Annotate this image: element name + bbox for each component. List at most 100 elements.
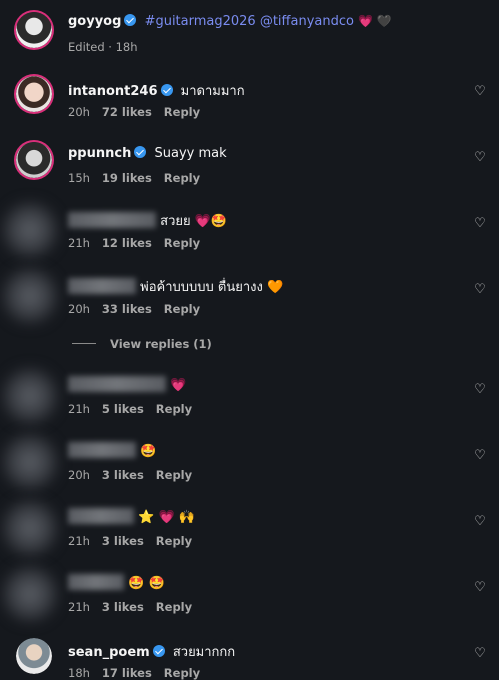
comment-text: สวยย 💗🤩 bbox=[160, 214, 228, 229]
heart-outline-icon[interactable]: ♡ bbox=[473, 515, 487, 529]
reply-button[interactable]: Reply bbox=[164, 105, 200, 119]
comment-time: 21h bbox=[68, 236, 90, 250]
comment-likes[interactable]: 72 likes bbox=[102, 105, 152, 119]
comment-time: 20h bbox=[68, 468, 90, 482]
comment-likes[interactable]: 33 likes bbox=[102, 302, 152, 316]
reply-button[interactable]: Reply bbox=[164, 302, 200, 316]
avatar[interactable] bbox=[0, 366, 60, 426]
comment-meta: 21h 12 likes Reply bbox=[68, 236, 212, 250]
comment-text: สวยมากกก bbox=[172, 645, 236, 660]
comment-likes[interactable]: 5 likes bbox=[102, 402, 144, 416]
comment-line: sean_poem สวยมากกก bbox=[68, 641, 235, 662]
comment-text: 🤩 🤩 bbox=[128, 576, 165, 591]
caption-edited: Edited · 18h bbox=[68, 40, 138, 54]
heart-outline-icon[interactable]: ♡ bbox=[473, 151, 487, 165]
verified-badge-icon bbox=[152, 645, 165, 657]
divider bbox=[72, 343, 96, 344]
comment-row: 🤩 🤩 21h 3 likes Reply ♡ bbox=[0, 564, 499, 624]
avatar[interactable] bbox=[16, 638, 52, 674]
comment-row: สวยย 💗🤩 21h 12 likes Reply ♡ bbox=[0, 200, 499, 260]
view-replies-button[interactable]: View replies (1) bbox=[72, 337, 212, 351]
avatar[interactable] bbox=[0, 564, 60, 624]
comment-likes[interactable]: 3 likes bbox=[102, 534, 144, 548]
comment-likes[interactable]: 19 likes bbox=[102, 171, 152, 185]
comment-time: 20h bbox=[68, 302, 90, 316]
comment-time: 21h bbox=[68, 402, 90, 416]
blurred-username bbox=[68, 278, 136, 294]
blurred-username bbox=[68, 376, 166, 392]
reply-button[interactable]: Reply bbox=[164, 171, 200, 185]
reply-button[interactable]: Reply bbox=[156, 402, 192, 416]
comment-meta: 21h 3 likes Reply bbox=[68, 600, 204, 614]
comment-line: 🤩 🤩 bbox=[68, 574, 165, 591]
avatar[interactable] bbox=[0, 200, 60, 260]
view-replies-label[interactable]: View replies (1) bbox=[110, 337, 212, 351]
blurred-username bbox=[68, 442, 136, 458]
caption-text[interactable]: #guitarmag2026 @tiffanyandco bbox=[145, 14, 354, 29]
verified-badge-icon bbox=[124, 14, 137, 26]
comment-username[interactable]: ppunnch bbox=[68, 146, 131, 161]
heart-outline-icon[interactable]: ♡ bbox=[473, 283, 487, 297]
comment-meta: 20h 72 likes Reply bbox=[68, 105, 212, 119]
caption-username[interactable]: goyyog bbox=[68, 14, 121, 29]
comment-text: 🤩 bbox=[140, 444, 157, 459]
blurred-username bbox=[68, 574, 124, 590]
reply-button[interactable]: Reply bbox=[156, 534, 192, 548]
verified-badge-icon bbox=[134, 146, 147, 158]
caption-line: goyyog #guitarmag2026 @tiffanyandco 💗 🖤 bbox=[68, 14, 392, 29]
comment-time: 15h bbox=[68, 171, 90, 185]
heart-outline-icon[interactable]: ♡ bbox=[473, 85, 487, 99]
comment-username[interactable]: sean_poem bbox=[68, 645, 150, 660]
comment-username[interactable]: intanont246 bbox=[68, 84, 158, 99]
comment-text: ⭐ 💗 🙌 bbox=[138, 510, 195, 525]
comment-meta: 15h 19 likes Reply bbox=[68, 171, 212, 185]
comment-text: Suayy mak bbox=[154, 146, 227, 161]
comment-row: 💗 21h 5 likes Reply ♡ bbox=[0, 366, 499, 426]
comment-likes[interactable]: 3 likes bbox=[102, 468, 144, 482]
comment-text: มาดามมาก bbox=[180, 84, 245, 99]
avatar[interactable] bbox=[16, 142, 52, 178]
comment-line: ppunnch Suayy mak bbox=[68, 146, 227, 161]
comment-line: intanont246 มาดามมาก bbox=[68, 80, 245, 101]
avatar[interactable] bbox=[16, 76, 52, 112]
comment-line: พ่อค้าบบบบบ ตื่นยางง 🧡 bbox=[68, 276, 283, 297]
comment-line: 💗 bbox=[68, 376, 186, 393]
comment-time: 20h bbox=[68, 105, 90, 119]
caption-emoji: 💗 🖤 bbox=[358, 14, 392, 28]
comment-meta: 20h 33 likes Reply bbox=[68, 302, 212, 316]
blurred-username bbox=[68, 508, 134, 524]
comment-row: 🤩 20h 3 likes Reply ♡ bbox=[0, 432, 499, 492]
avatar[interactable] bbox=[0, 498, 60, 558]
comment-row: ppunnch Suayy mak 15h 19 likes Reply ♡ bbox=[0, 136, 499, 196]
comment-time: 21h bbox=[68, 534, 90, 548]
reply-button[interactable]: Reply bbox=[156, 600, 192, 614]
comment-time: 21h bbox=[68, 600, 90, 614]
heart-outline-icon[interactable]: ♡ bbox=[473, 449, 487, 463]
comment-line: สวยย 💗🤩 bbox=[68, 210, 227, 231]
comment-likes[interactable]: 3 likes bbox=[102, 600, 144, 614]
avatar[interactable] bbox=[0, 266, 60, 326]
reply-button[interactable]: Reply bbox=[164, 236, 200, 250]
comment-text: 💗 bbox=[170, 378, 187, 393]
heart-outline-icon[interactable]: ♡ bbox=[473, 217, 487, 231]
verified-badge-icon bbox=[160, 84, 173, 96]
avatar[interactable] bbox=[16, 12, 52, 48]
heart-outline-icon[interactable]: ♡ bbox=[473, 383, 487, 397]
comment-likes[interactable]: 12 likes bbox=[102, 236, 152, 250]
heart-outline-icon[interactable]: ♡ bbox=[473, 581, 487, 595]
comment-row: intanont246 มาดามมาก 20h 72 likes Reply ♡ bbox=[0, 70, 499, 130]
comment-row: ⭐ 💗 🙌 21h 3 likes Reply ♡ bbox=[0, 498, 499, 558]
avatar[interactable] bbox=[0, 432, 60, 492]
comment-meta: 20h 3 likes Reply bbox=[68, 468, 204, 482]
comment-row: พ่อค้าบบบบบ ตื่นยางง 🧡 20h 33 likes Reply … bbox=[0, 266, 499, 326]
comment-line: 🤩 bbox=[68, 442, 156, 459]
comment-meta: 21h 5 likes Reply bbox=[68, 402, 204, 416]
comment-text: พ่อค้าบบบบบ ตื่นยางง 🧡 bbox=[140, 280, 284, 295]
comment-line: ⭐ 💗 🙌 bbox=[68, 508, 195, 525]
caption-row: goyyog #guitarmag2026 @tiffanyandco 💗 🖤 … bbox=[0, 0, 499, 60]
blurred-username bbox=[68, 212, 156, 228]
comment-meta: 21h 3 likes Reply bbox=[68, 534, 204, 548]
reply-button[interactable]: Reply bbox=[156, 468, 192, 482]
comment-row: sean_poem สวยมากกก 18h 17 likes Reply ♡ bbox=[0, 632, 499, 680]
heart-outline-icon[interactable]: ♡ bbox=[473, 647, 487, 661]
